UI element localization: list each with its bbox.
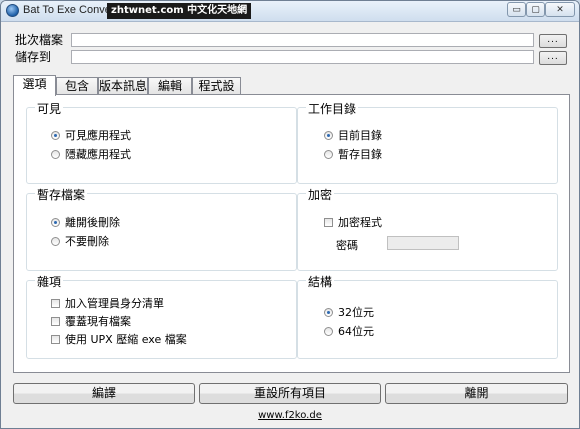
tab-include[interactable]: 包含 — [56, 77, 98, 95]
reset-all-button[interactable]: 重設所有項目 — [199, 383, 381, 404]
temp-directory-label: 暫存目錄 — [338, 148, 382, 161]
hidden-app-radio[interactable]: 隱藏應用程式 — [51, 146, 131, 162]
checkbox-box[interactable] — [51, 298, 60, 308]
batch-file-browse-button[interactable]: ... — [539, 34, 567, 48]
compile-button[interactable]: 編譯 — [13, 383, 195, 404]
misc-group: 雜項 加入管理員身分清單 覆蓋現有檔案 使用 UPX 壓縮 exe 檔案 — [26, 273, 297, 359]
delete-on-exit-radio[interactable]: 離開後刪除 — [51, 214, 120, 230]
delete-on-exit-label: 離開後刪除 — [65, 216, 120, 229]
save-to-input[interactable] — [71, 50, 534, 64]
checkbox-box[interactable] — [51, 334, 60, 344]
visibility-group-title: 可見 — [35, 100, 64, 117]
title-bar: Bat To Exe Converter zhtwnet.com 中文化天地網 … — [1, 1, 579, 22]
64bit-radio[interactable]: 64位元 — [324, 323, 374, 339]
32bit-label: 32位元 — [338, 306, 374, 319]
admin-manifest-checkbox[interactable]: 加入管理員身分清單 — [51, 295, 164, 311]
admin-manifest-label: 加入管理員身分清單 — [65, 297, 164, 310]
overwrite-files-checkbox[interactable]: 覆蓋現有檔案 — [51, 313, 131, 329]
batch-file-label: 批次檔案 — [15, 33, 64, 47]
checkbox-box[interactable] — [324, 217, 333, 227]
save-to-browse-button[interactable]: ... — [539, 51, 567, 65]
save-to-label: 儲存到 — [15, 50, 52, 64]
overwrite-files-label: 覆蓋現有檔案 — [65, 315, 131, 328]
temp-directory-radio[interactable]: 暫存目錄 — [324, 146, 382, 162]
checkbox-box[interactable] — [51, 316, 60, 326]
do-not-delete-label: 不要刪除 — [65, 235, 109, 248]
radio-indicator[interactable] — [324, 326, 333, 336]
close-button[interactable]: ✕ — [545, 2, 575, 17]
misc-group-title: 雜項 — [35, 273, 64, 290]
maximize-button[interactable]: ▢ — [526, 2, 545, 17]
temp-files-group: 暫存檔案 離開後刪除 不要刪除 — [26, 186, 297, 271]
main-window: Bat To Exe Converter zhtwnet.com 中文化天地網 … — [0, 0, 580, 429]
radio-indicator[interactable] — [324, 149, 333, 159]
radio-indicator[interactable] — [51, 236, 60, 246]
do-not-delete-radio[interactable]: 不要刪除 — [51, 233, 109, 249]
visible-app-radio[interactable]: 可見應用程式 — [51, 127, 131, 143]
temp-files-group-title: 暫存檔案 — [35, 186, 88, 203]
password-field[interactable] — [387, 236, 459, 250]
encrypt-program-label: 加密程式 — [338, 216, 382, 229]
current-directory-radio[interactable]: 目前目錄 — [324, 127, 382, 143]
tab-version-info[interactable]: 版本訊息 — [98, 77, 148, 95]
encryption-group-title: 加密 — [306, 186, 335, 203]
radio-indicator[interactable] — [51, 217, 60, 227]
exit-button[interactable]: 離開 — [385, 383, 568, 404]
app-icon — [6, 4, 19, 17]
visible-app-label: 可見應用程式 — [65, 129, 131, 142]
working-directory-group-title: 工作目錄 — [306, 100, 359, 117]
watermark-label: zhtwnet.com 中文化天地網 — [107, 3, 252, 19]
batch-file-input[interactable] — [71, 33, 534, 47]
radio-indicator[interactable] — [51, 149, 60, 159]
options-tab-panel: 可見 可見應用程式 隱藏應用程式 工作目錄 目前目錄 暫存目錄 暫存檔案 離開後… — [13, 94, 570, 373]
tab-editor[interactable]: 編輯 — [148, 77, 192, 95]
website-link[interactable]: www.f2ko.de — [1, 410, 579, 421]
radio-indicator[interactable] — [324, 307, 333, 317]
64bit-label: 64位元 — [338, 325, 374, 338]
minimize-button[interactable]: ▭ — [507, 2, 526, 17]
current-directory-label: 目前目錄 — [338, 129, 382, 142]
radio-indicator[interactable] — [51, 130, 60, 140]
tab-program-settings[interactable]: 程式設定 — [192, 77, 241, 110]
encrypt-program-checkbox[interactable]: 加密程式 — [324, 214, 382, 230]
tab-options[interactable]: 選項 — [13, 75, 56, 96]
visibility-group: 可見 可見應用程式 隱藏應用程式 — [26, 100, 297, 184]
architecture-group: 結構 32位元 64位元 — [297, 273, 558, 359]
radio-indicator[interactable] — [324, 130, 333, 140]
32bit-radio[interactable]: 32位元 — [324, 304, 374, 320]
password-label: 密碼 — [336, 239, 358, 252]
working-directory-group: 工作目錄 目前目錄 暫存目錄 — [297, 100, 558, 184]
upx-compress-checkbox[interactable]: 使用 UPX 壓縮 exe 檔案 — [51, 331, 187, 347]
encryption-group: 加密 加密程式 密碼 — [297, 186, 558, 271]
architecture-group-title: 結構 — [306, 273, 335, 290]
hidden-app-label: 隱藏應用程式 — [65, 148, 131, 161]
upx-compress-label: 使用 UPX 壓縮 exe 檔案 — [65, 333, 187, 346]
